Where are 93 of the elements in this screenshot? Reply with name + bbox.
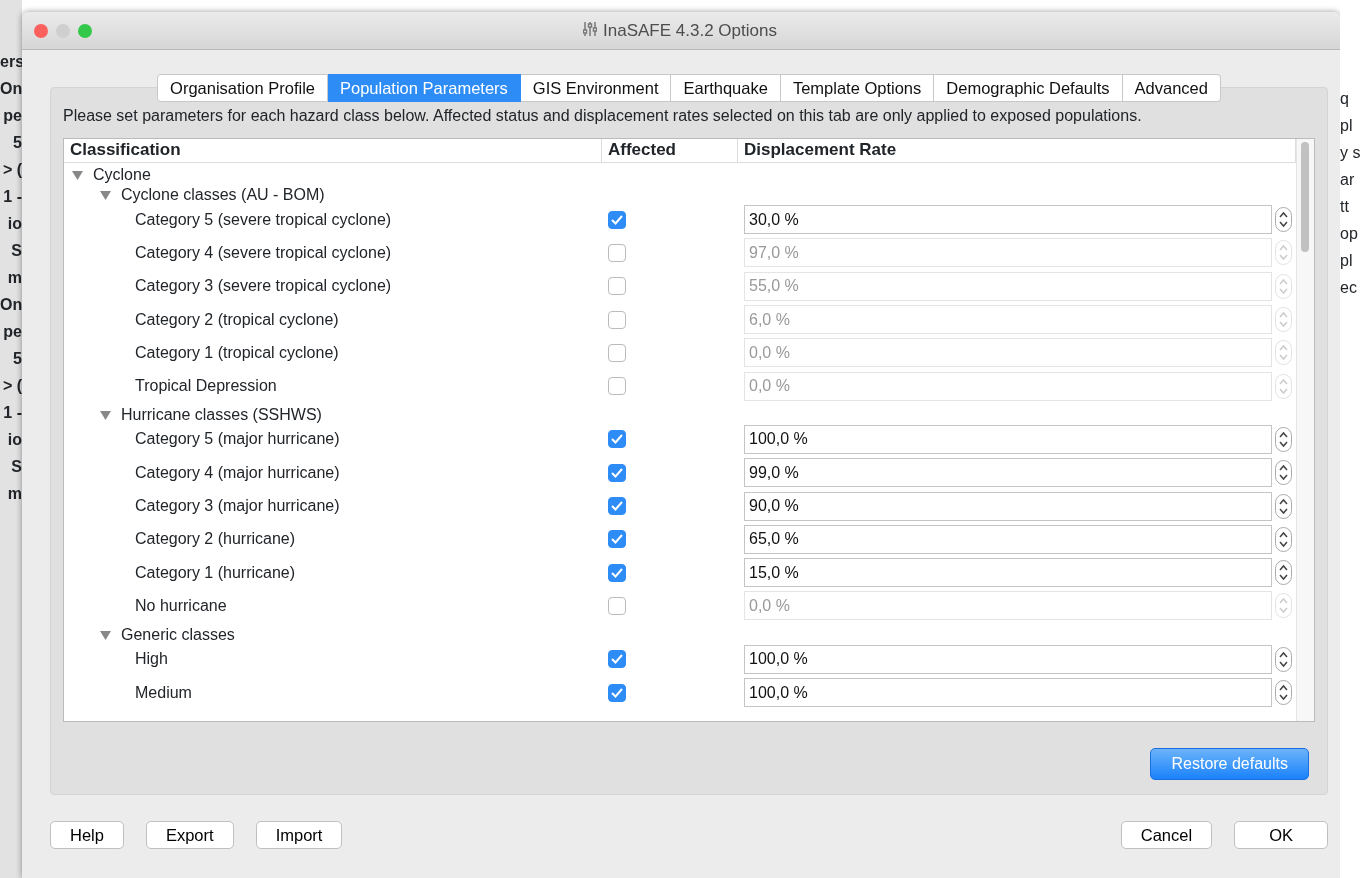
dialog-button[interactable]: Cancel bbox=[1120, 821, 1213, 849]
spin-arrows-icon[interactable] bbox=[1275, 426, 1292, 452]
affected-checkbox[interactable] bbox=[608, 430, 626, 449]
column-header: Classification bbox=[64, 139, 602, 162]
scrollbar[interactable] bbox=[1296, 139, 1314, 721]
sliders-icon bbox=[583, 20, 598, 37]
window-title: InaSAFE 4.3.2 Options bbox=[603, 20, 777, 40]
tree-item-label[interactable]: Category 4 (severe tropical cyclone) bbox=[135, 243, 392, 261]
background-text: S bbox=[10, 457, 22, 477]
affected-checkbox[interactable] bbox=[608, 563, 626, 582]
background-text: ec bbox=[1340, 278, 1358, 298]
background-text: y s bbox=[1340, 143, 1362, 163]
background-text: m bbox=[6, 484, 22, 504]
tree-item-label[interactable]: Category 5 (major hurricane) bbox=[135, 430, 340, 448]
background-text: pl bbox=[1340, 251, 1354, 271]
affected-checkbox[interactable] bbox=[608, 463, 626, 482]
background-text: m bbox=[6, 268, 22, 288]
background-text: S bbox=[10, 241, 22, 261]
tab[interactable]: Advanced bbox=[1122, 74, 1221, 102]
tree-item-label[interactable]: Generic classes bbox=[121, 622, 235, 647]
background-text: q bbox=[1340, 89, 1350, 109]
spin-arrows-icon[interactable] bbox=[1275, 493, 1292, 519]
displacement-rate-field[interactable]: 90,0 % bbox=[744, 491, 1272, 521]
tab[interactable]: Template Options bbox=[780, 74, 935, 102]
tree-item-label[interactable]: High bbox=[135, 650, 168, 668]
background-text: On bbox=[0, 295, 22, 315]
close-button[interactable] bbox=[34, 23, 48, 38]
background-text: io bbox=[6, 430, 22, 450]
affected-checkbox[interactable] bbox=[608, 650, 626, 669]
dialog-button[interactable]: Export bbox=[145, 821, 234, 849]
background-text: pe bbox=[2, 106, 22, 126]
affected-checkbox[interactable] bbox=[608, 310, 626, 329]
affected-checkbox[interactable] bbox=[608, 243, 626, 262]
expanded-triangle-icon[interactable] bbox=[100, 409, 111, 420]
background-text: op bbox=[1340, 224, 1359, 244]
tree-item-label[interactable]: Category 2 (tropical cyclone) bbox=[135, 310, 339, 328]
displacement-rate-field[interactable]: 65,0 % bbox=[744, 524, 1272, 554]
tab[interactable]: Earthquake bbox=[671, 74, 781, 102]
displacement-rate-field[interactable]: 100,0 % bbox=[744, 644, 1272, 674]
affected-checkbox[interactable] bbox=[608, 277, 626, 296]
tree-item-label[interactable]: Category 4 (major hurricane) bbox=[135, 463, 340, 481]
dialog-button[interactable]: OK bbox=[1234, 821, 1328, 849]
spin-arrows-icon[interactable] bbox=[1275, 560, 1292, 586]
tree-item-label[interactable]: Medium bbox=[135, 683, 192, 701]
instructions-text: Please set parameters for each hazard class below. Affected status and displacement rates selected on this tab are only applied to exposed populations. bbox=[63, 106, 1143, 126]
tab[interactable]: Organisation Profile bbox=[157, 74, 328, 102]
tree-item-label[interactable]: Category 3 (major hurricane) bbox=[135, 497, 340, 514]
column-header: Affected bbox=[602, 139, 738, 162]
background-text: > ( bbox=[1, 160, 22, 180]
tree-item-label[interactable]: Category 3 (severe tropical cyclone) bbox=[135, 277, 392, 295]
expanded-triangle-icon[interactable] bbox=[100, 629, 111, 640]
background-text: 1 - bbox=[2, 187, 22, 207]
tree-item-label[interactable]: Hurricane classes (SSHWS) bbox=[121, 402, 322, 427]
expanded-triangle-icon[interactable] bbox=[72, 170, 83, 180]
background-text: 1 - bbox=[2, 403, 22, 423]
dialog-button[interactable]: Import bbox=[255, 821, 343, 849]
background-text: pl bbox=[1340, 116, 1354, 136]
spin-arrows-icon[interactable] bbox=[1275, 680, 1292, 705]
affected-checkbox[interactable] bbox=[608, 596, 626, 615]
tree-item-label[interactable]: Category 5 (severe tropical cyclone) bbox=[135, 210, 392, 228]
tab[interactable]: GIS Environment bbox=[520, 74, 672, 102]
background-text: tt bbox=[1340, 197, 1350, 217]
tree-item-label[interactable]: No hurricane bbox=[135, 596, 227, 614]
affected-checkbox[interactable] bbox=[608, 343, 626, 362]
displacement-rate-field[interactable]: 100,0 % bbox=[744, 678, 1272, 707]
background-text: 5 bbox=[12, 133, 22, 153]
tree-item-label[interactable]: Category 1 (tropical cyclone) bbox=[135, 343, 339, 361]
spin-arrows-icon[interactable] bbox=[1275, 207, 1292, 233]
background-text: pe bbox=[2, 322, 22, 342]
background-text: 5 bbox=[12, 349, 22, 369]
affected-checkbox[interactable] bbox=[608, 683, 626, 702]
spin-arrows-icon[interactable] bbox=[1275, 646, 1292, 672]
tab[interactable]: Demographic Defaults bbox=[934, 74, 1123, 102]
spin-arrows-icon[interactable] bbox=[1275, 526, 1292, 552]
displacement-rate-field[interactable]: 100,0 % bbox=[744, 424, 1272, 454]
affected-checkbox[interactable] bbox=[608, 497, 626, 515]
zoom-button[interactable] bbox=[78, 23, 92, 38]
background-text: ar bbox=[1340, 170, 1356, 190]
affected-checkbox[interactable] bbox=[608, 530, 626, 549]
displacement-rate-field[interactable]: 15,0 % bbox=[744, 558, 1272, 588]
dialog-button[interactable]: Help bbox=[50, 821, 124, 849]
affected-checkbox[interactable] bbox=[608, 377, 626, 396]
background-text: io bbox=[6, 214, 22, 234]
expanded-triangle-icon[interactable] bbox=[100, 190, 111, 200]
tree-item-label[interactable]: Tropical Depression bbox=[135, 377, 277, 395]
background-text: > ( bbox=[1, 376, 22, 396]
background-text: On bbox=[0, 79, 22, 99]
affected-checkbox[interactable] bbox=[608, 210, 626, 229]
tree-item-label[interactable]: Category 1 (hurricane) bbox=[135, 563, 296, 581]
displacement-rate-field[interactable]: 99,0 % bbox=[744, 458, 1272, 488]
tree-item-label[interactable]: Category 2 (hurricane) bbox=[135, 530, 296, 548]
displacement-rate-field[interactable]: 30,0 % bbox=[744, 205, 1272, 235]
spin-arrows-icon[interactable] bbox=[1275, 460, 1292, 486]
